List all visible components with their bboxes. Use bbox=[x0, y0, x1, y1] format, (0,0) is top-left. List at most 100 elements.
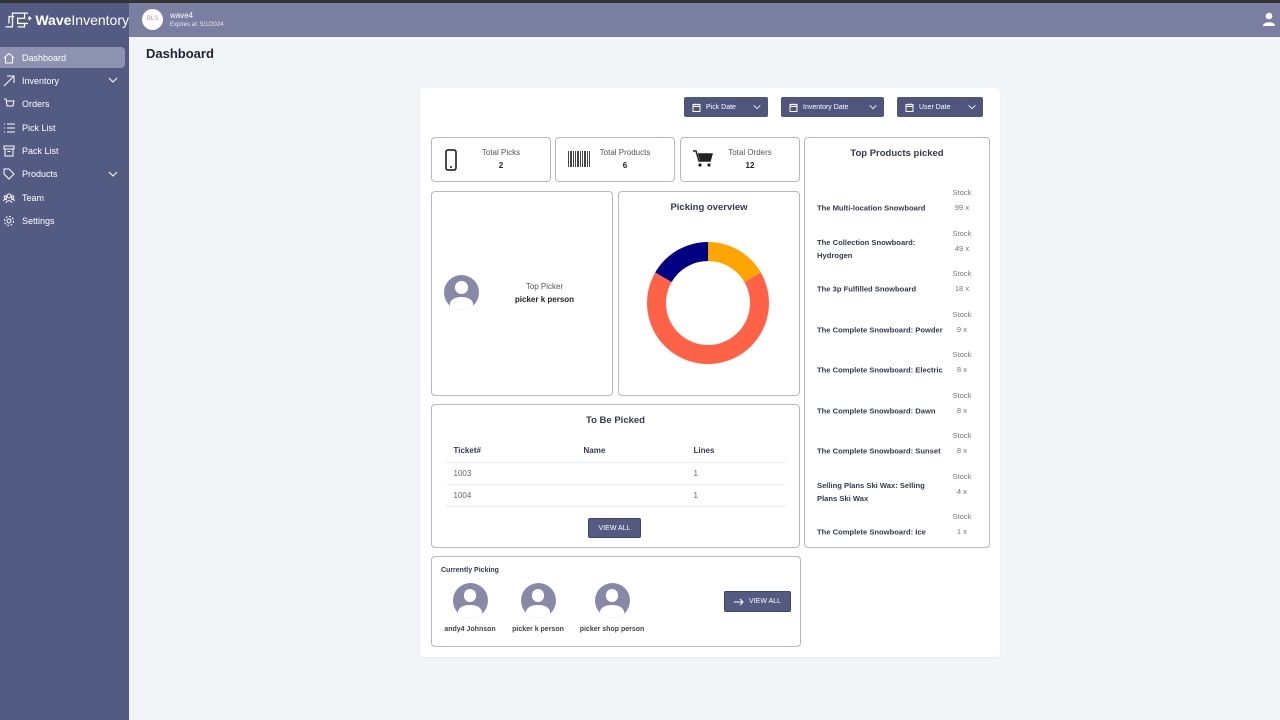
lines-cell: 1 bbox=[685, 462, 786, 485]
chevron-down-icon bbox=[108, 78, 118, 84]
stat-label: Total Products bbox=[599, 148, 651, 157]
button-label: VIEW ALL bbox=[749, 598, 781, 605]
view-all-button[interactable]: VIEW ALL bbox=[588, 518, 641, 538]
stat-label: Total Orders bbox=[728, 148, 772, 157]
stat-total-products: Total Products 6 bbox=[555, 137, 675, 182]
product-item[interactable]: The Complete Snowboard: Electric Stock 8… bbox=[817, 350, 987, 390]
team-icon bbox=[3, 193, 15, 203]
stat-value: 12 bbox=[745, 161, 755, 170]
picking-overview-panel: Picking overview bbox=[618, 191, 800, 396]
sidebar-item-dashboard[interactable]: Dashboard bbox=[0, 47, 125, 68]
inventory-date-filter[interactable]: Inventory Date bbox=[781, 97, 884, 117]
stat-total-picks: Total Picks 2 bbox=[431, 137, 551, 182]
product-name: The Complete Snowboard: Sunset bbox=[817, 446, 941, 456]
sidebar-item-label: Settings bbox=[22, 216, 55, 227]
product-item[interactable]: Selling Plans Ski Wax: Selling Plans Ski… bbox=[817, 472, 987, 512]
product-item[interactable]: The Complete Snowboard: Ice Stock 1 x bbox=[817, 512, 987, 552]
box-icon bbox=[3, 145, 15, 157]
picker-item[interactable]: picker shop person bbox=[572, 583, 652, 633]
column-header-lines: Lines bbox=[685, 440, 786, 463]
chevron-down-icon bbox=[869, 105, 877, 110]
sidebar-item-settings[interactable]: Settings bbox=[0, 211, 125, 232]
sidebar-item-label: Inventory bbox=[22, 75, 60, 86]
product-item[interactable]: The Complete Snowboard: Powder Stock 9 x bbox=[817, 310, 987, 350]
donut-slice-1[interactable] bbox=[647, 272, 769, 364]
sidebar-item-pick-list[interactable]: Pick List bbox=[0, 117, 125, 138]
filter-label: Pick Date bbox=[706, 103, 736, 111]
store-logo[interactable]: BLS bbox=[142, 9, 163, 30]
donut-slice-0[interactable] bbox=[708, 242, 761, 283]
sidebar-item-team[interactable]: Team bbox=[0, 187, 125, 208]
maze-logo-icon bbox=[5, 12, 33, 28]
table-row[interactable]: 1003 1 bbox=[445, 462, 786, 485]
calendar-icon bbox=[692, 103, 701, 112]
sidebar-item-pack-list[interactable]: Pack List bbox=[0, 141, 125, 162]
gear-icon bbox=[4, 216, 14, 227]
sidebar-item-inventory[interactable]: Inventory bbox=[0, 70, 125, 91]
sidebar-item-label: Pack List bbox=[22, 146, 59, 157]
picker-item[interactable]: picker k person bbox=[504, 583, 572, 633]
product-item[interactable]: The Complete Snowboard: Dawn Stock 8 x bbox=[817, 391, 987, 431]
table-row[interactable]: 1004 1 bbox=[445, 484, 786, 507]
ticket-cell: 1003 bbox=[445, 462, 576, 485]
product-name: Selling Plans Ski Wax: Selling Plans Ski… bbox=[817, 480, 925, 503]
panel-title: To Be Picked bbox=[586, 415, 645, 426]
stock-label: Stock bbox=[952, 512, 972, 521]
panel-title: Top Products picked bbox=[850, 148, 944, 159]
picker-item[interactable]: andy4 Johnson bbox=[436, 583, 504, 633]
calendar-icon bbox=[905, 103, 914, 112]
product-item[interactable]: The Multi-location Snowboard Stock 99 x bbox=[817, 188, 987, 228]
cart-icon bbox=[4, 98, 15, 110]
sidebar-item-orders[interactable]: Orders bbox=[0, 94, 125, 115]
sidebar: Wave Inventory Dashboard Inventory Orders… bbox=[0, 3, 129, 720]
stock-label: Stock bbox=[952, 431, 972, 440]
chevron-down-icon bbox=[108, 171, 118, 177]
picker-name: picker shop person bbox=[579, 626, 645, 633]
sidebar-item-label: Pick List bbox=[22, 122, 56, 133]
table-header-row: Ticket# Name Lines bbox=[445, 440, 786, 463]
top-products-panel: Top Products picked The Multi-location S… bbox=[804, 137, 990, 548]
stock-count: 1 x bbox=[956, 527, 968, 536]
app-logo[interactable]: Wave Inventory bbox=[0, 3, 129, 37]
panel-title: Currently Picking bbox=[441, 567, 499, 574]
page-title: Dashboard bbox=[146, 46, 214, 61]
product-item[interactable]: The Complete Snowboard: Sunset Stock 8 x bbox=[817, 431, 987, 471]
avatar bbox=[444, 275, 479, 310]
sidebar-nav: Dashboard Inventory Orders Pick List Pac… bbox=[0, 47, 129, 232]
sidebar-item-products[interactable]: Products bbox=[0, 164, 125, 185]
avatar bbox=[520, 583, 556, 618]
column-header-ticket: Ticket# bbox=[445, 440, 576, 463]
chevron-down-icon bbox=[968, 105, 976, 110]
expiry-text: Expires at: 5/1/2024 bbox=[170, 22, 224, 28]
home-icon bbox=[3, 52, 15, 63]
avatar bbox=[594, 583, 630, 618]
name-cell bbox=[575, 462, 686, 485]
view-all-pickers-button[interactable]: VIEW ALL bbox=[724, 591, 791, 612]
picking-overview-donut bbox=[647, 242, 769, 364]
stat-total-orders: Total Orders 12 bbox=[680, 137, 800, 182]
top-picker-panel: Top Picker picker k person bbox=[431, 191, 613, 396]
product-name: The 3p Fulfilled Snowboard bbox=[817, 284, 917, 294]
stock-count: 18 x bbox=[954, 284, 970, 293]
top-picker-name: picker k person bbox=[514, 295, 575, 304]
chart-title: Picking overview bbox=[670, 202, 748, 213]
stock-label: Stock bbox=[952, 188, 972, 197]
currently-picking-panel: Currently Picking andy4 Johnson picker k… bbox=[431, 556, 801, 647]
user-account-icon[interactable] bbox=[1263, 12, 1275, 26]
product-name: The Complete Snowboard: Electric bbox=[817, 365, 943, 375]
stock-count: 4 x bbox=[956, 486, 968, 496]
avatar bbox=[452, 583, 488, 618]
stock-label: Stock bbox=[952, 471, 972, 481]
lines-cell: 1 bbox=[685, 484, 786, 507]
to-be-picked-panel: To Be Picked Ticket# Name Lines 1003 1 1… bbox=[431, 404, 800, 548]
product-item[interactable]: The 3p Fulfilled Snowboard Stock 18 x bbox=[817, 269, 987, 309]
stat-value: 2 bbox=[498, 161, 504, 170]
donut-slice-2[interactable] bbox=[655, 242, 709, 282]
arrow-right-icon bbox=[734, 598, 744, 605]
pick-date-filter[interactable]: Pick Date bbox=[684, 97, 768, 117]
stock-count: 8 x bbox=[956, 365, 968, 374]
product-item[interactable]: The Collection Snowboard: Hydrogen Stock… bbox=[817, 229, 987, 269]
store-name: wave4 bbox=[170, 11, 194, 20]
user-date-filter[interactable]: User Date bbox=[897, 97, 983, 117]
column-header-name: Name bbox=[575, 440, 686, 463]
